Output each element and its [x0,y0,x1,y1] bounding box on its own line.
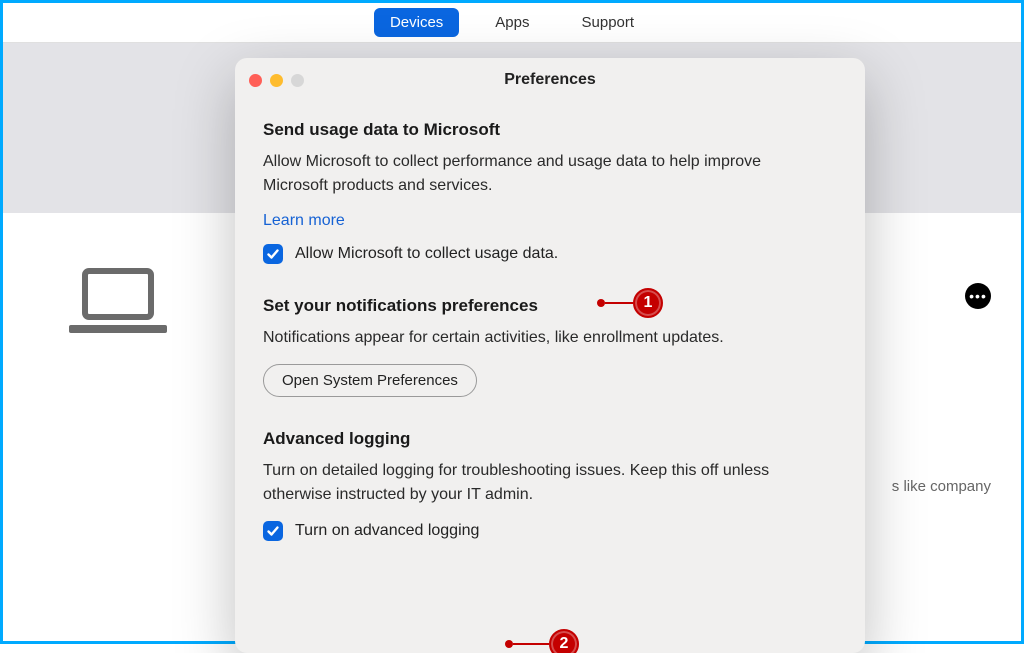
section-title: Set your notifications preferences [263,296,837,316]
logging-checkbox-row[interactable]: Turn on advanced logging [263,521,837,541]
section-usage: Send usage data to Microsoft Allow Micro… [263,120,837,264]
modal-body: Send usage data to Microsoft Allow Micro… [235,102,865,541]
section-title: Send usage data to Microsoft [263,120,837,140]
window-title: Preferences [235,71,865,89]
section-title: Advanced logging [263,429,837,449]
usage-checkbox-row[interactable]: Allow Microsoft to collect usage data. [263,244,837,264]
more-icon[interactable]: ••• [965,283,991,309]
section-notifications: Set your notifications preferences Notif… [263,296,837,397]
checkbox-icon[interactable] [263,521,283,541]
titlebar: Preferences [235,58,865,102]
checkbox-icon[interactable] [263,244,283,264]
section-desc: Turn on detailed logging for troubleshoo… [263,459,837,507]
learn-more-link[interactable]: Learn more [263,212,345,230]
open-system-preferences-button[interactable]: Open System Preferences [263,364,477,397]
top-nav: Devices Apps Support [3,3,1021,43]
tab-support[interactable]: Support [566,8,651,37]
section-desc: Allow Microsoft to collect performance a… [263,150,763,198]
annotation-2: 2 [505,629,579,653]
preferences-window: Preferences Send usage data to Microsoft… [235,58,865,653]
checkbox-label: Turn on advanced logging [295,522,479,540]
laptop-icon [63,263,173,348]
tab-apps[interactable]: Apps [479,8,545,37]
section-logging: Advanced logging Turn on detailed loggin… [263,429,837,541]
partial-text: s like company [892,478,991,495]
checkbox-label: Allow Microsoft to collect usage data. [295,245,558,263]
section-desc: Notifications appear for certain activit… [263,326,763,350]
tab-devices[interactable]: Devices [374,8,459,37]
